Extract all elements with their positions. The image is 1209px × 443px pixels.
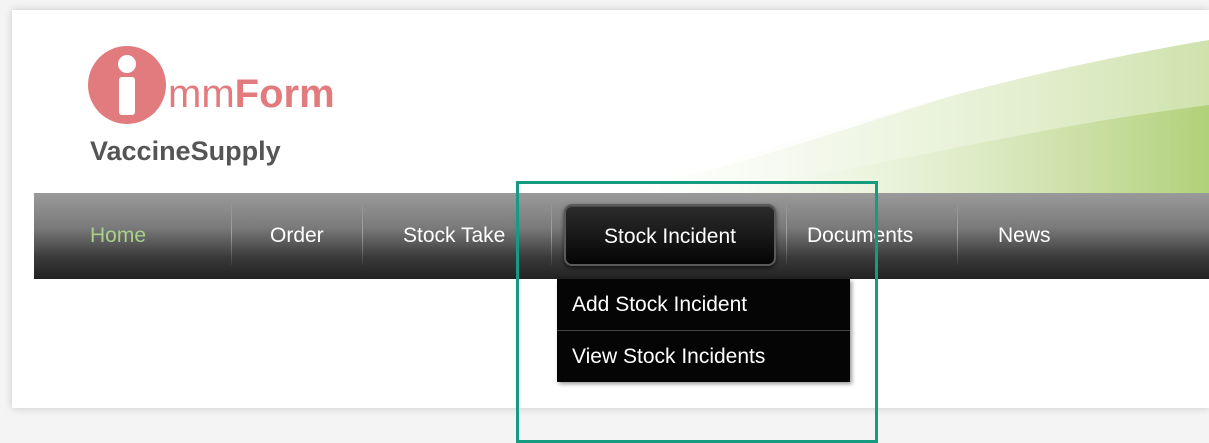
nav-item-stock-incident[interactable]: Stock Incident [564,204,776,266]
immform-i-logo-icon [88,46,166,124]
nav-item-documents[interactable]: Documents [807,193,913,279]
nav-separator [957,205,958,265]
main-nav: Home Order Stock Take Stock Incident Doc… [34,193,1209,279]
nav-separator [231,205,232,265]
dropdown-item-add-stock-incident[interactable]: Add Stock Incident [557,279,850,330]
nav-separator [362,205,363,265]
nav-item-news[interactable]: News [998,193,1051,279]
app-subtitle: VaccineSupply [90,136,281,166]
dropdown-item-view-stock-incidents[interactable]: View Stock Incidents [557,331,850,382]
nav-item-stock-take[interactable]: Stock Take [403,193,505,279]
nav-item-home[interactable]: Home [90,193,146,279]
immform-logo[interactable]: mmForm [88,46,408,126]
nav-separator [551,205,552,265]
nav-separator [786,205,787,265]
stock-incident-dropdown: Add Stock Incident View Stock Incidents [557,279,850,382]
header: mmForm VaccineSupply [12,10,1209,195]
logo-wordmark: mmForm [168,72,335,116]
page-card: mmForm VaccineSupply Home Order Stock Ta… [12,10,1209,408]
nav-item-order[interactable]: Order [270,193,324,279]
